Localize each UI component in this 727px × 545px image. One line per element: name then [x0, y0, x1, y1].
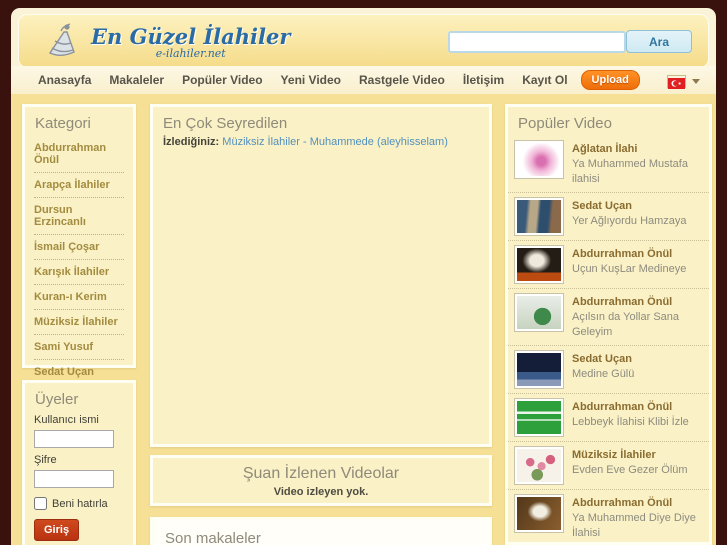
main-nav: Anasayfa Makaleler Popüler Video Yeni Vi… — [11, 66, 716, 94]
search-input[interactable] — [448, 31, 626, 53]
popular-video-item[interactable]: Abdurrahman Önül Açılsın da Yollar Sana … — [508, 289, 709, 346]
video-thumbnail — [514, 140, 564, 179]
articles-title: Son makaleler — [165, 530, 261, 545]
category-item[interactable]: Müziksiz İlahiler — [34, 310, 124, 335]
categories-title: Kategori — [35, 115, 91, 132]
video-thumbnail — [514, 245, 564, 284]
watching-label: İzlediğiniz: — [163, 136, 220, 148]
video-artist: Sedat Uçan — [572, 353, 632, 365]
popular-video-item[interactable]: Abdurrahman Önül Lebbeyk İlahisi Klibi İ… — [508, 394, 709, 442]
most-watched-title: En Çok Seyredilen — [163, 115, 288, 132]
category-item[interactable]: İsmail Çoşar — [34, 235, 124, 260]
popular-video-item[interactable]: Sedat Uçan Medine Gülü — [508, 346, 709, 394]
popular-video-item[interactable]: Sedat Uçan Yer Ağlıyordu Hamzaya — [508, 193, 709, 241]
category-item[interactable]: Dursun Erzincanlı — [34, 198, 124, 235]
most-watched-box: En Çok Seyredilen İzlediğiniz: Müziksiz … — [150, 104, 492, 447]
chevron-down-icon — [692, 79, 700, 84]
upload-button[interactable]: Upload — [580, 70, 640, 90]
nav-rastgele-video[interactable]: Rastgele Video — [350, 73, 454, 87]
video-artist: Müziksiz İlahiler — [572, 449, 656, 461]
members-panel: Üyeler Kullanıcı ismi Şifre Beni hatırla… — [22, 380, 136, 545]
search-button[interactable]: Ara — [626, 30, 692, 53]
now-watching-box: Şuan İzlenen Videolar Video izleyen yok. — [150, 455, 492, 506]
video-title: Lebbeyk İlahisi Klibi İzle — [572, 416, 689, 428]
video-player-area[interactable] — [153, 150, 489, 420]
password-field[interactable] — [34, 470, 114, 488]
site-logo[interactable]: En Güzel İlahiler e-ilahiler.net — [39, 19, 290, 66]
video-artist: Abdurrahman Önül — [572, 497, 673, 509]
articles-box: Son makaleler — [150, 517, 492, 545]
video-title: Medine Gülü — [572, 368, 635, 380]
video-title: Ya Muhammed Diye Diye İlahisi — [572, 512, 696, 539]
video-artist: Abdurrahman Önül — [572, 401, 673, 413]
turkish-flag-icon — [667, 75, 686, 89]
members-title: Üyeler — [35, 391, 79, 408]
nav-kayit-ol[interactable]: Kayıt Ol — [513, 73, 576, 87]
now-watching-title: Şuan İzlenen Videolar — [242, 465, 400, 482]
login-button[interactable]: Giriş — [34, 519, 80, 541]
nav-populer-video[interactable]: Popüler Video — [173, 73, 271, 87]
password-label: Şifre — [34, 454, 57, 466]
site-title: En Güzel İlahiler — [91, 24, 291, 49]
watching-video-link[interactable]: Müziksiz İlahiler - Muhammede (aleyhisse… — [222, 136, 448, 148]
category-item[interactable]: Abdurrahman Önül — [34, 136, 124, 173]
category-item[interactable]: Kuran-ı Kerim — [34, 285, 124, 310]
video-artist: Ağlatan İlahi — [572, 143, 638, 155]
category-item[interactable]: Sami Yusuf — [34, 335, 124, 360]
popular-video-panel: Popüler Video Ağlatan İlahi Ya Muhammed … — [505, 104, 712, 545]
whirling-dervish-icon — [39, 19, 85, 66]
video-title: Yer Ağlıyordu Hamzaya — [572, 215, 687, 227]
username-label: Kullanıcı ismi — [34, 414, 99, 426]
categories-list: Abdurrahman Önül Arapça İlahiler Dursun … — [34, 136, 124, 410]
video-artist: Abdurrahman Önül — [572, 296, 673, 308]
video-thumbnail — [514, 293, 564, 332]
video-thumbnail — [514, 398, 564, 437]
video-thumbnail — [514, 350, 564, 389]
page-container: En Güzel İlahiler e-ilahiler.net Ara Ana… — [11, 8, 716, 545]
video-title: Evden Eve Gezer Ölüm — [572, 464, 688, 476]
category-item[interactable]: Arapça İlahiler — [34, 173, 124, 198]
remember-me-checkbox[interactable] — [34, 497, 47, 510]
language-selector[interactable] — [667, 75, 700, 89]
nav-yeni-video[interactable]: Yeni Video — [272, 73, 350, 87]
popular-video-item[interactable]: Ağlatan İlahi Ya Muhammed Mustafa ilahis… — [508, 136, 709, 193]
video-artist: Sedat Uçan — [572, 200, 632, 212]
username-field[interactable] — [34, 430, 114, 448]
remember-me-label: Beni hatırla — [52, 497, 108, 510]
category-item[interactable]: Karışık İlahiler — [34, 260, 124, 285]
nav-makaleler[interactable]: Makaleler — [100, 73, 173, 87]
now-watching-empty-text: Video izleyen yok. — [273, 486, 369, 498]
video-title: Açılsın da Yollar Sana Geleyim — [572, 311, 680, 338]
video-thumbnail — [514, 446, 564, 485]
content-area: Kategori Abdurrahman Önül Arapça İlahile… — [11, 94, 716, 545]
video-title: Ya Muhammed Mustafa ilahisi — [572, 158, 688, 185]
video-artist: Abdurrahman Önül — [572, 248, 673, 260]
popular-video-item[interactable]: Müziksiz İlahiler Evden Eve Gezer Ölüm — [508, 442, 709, 490]
popular-video-item[interactable]: Abdurrahman Önül Ya Muhammed Diye Diye İ… — [508, 490, 709, 542]
nav-anasayfa[interactable]: Anasayfa — [29, 73, 100, 87]
nav-iletisim[interactable]: İletişim — [454, 73, 513, 87]
popular-video-title: Popüler Video — [518, 115, 612, 132]
video-thumbnail — [514, 494, 564, 533]
popular-video-item[interactable]: Abdurrahman Önül Uçun KuşLar Medineye — [508, 241, 709, 289]
video-thumbnail — [514, 197, 564, 236]
categories-panel: Kategori Abdurrahman Önül Arapça İlahile… — [22, 104, 136, 410]
video-title: Uçun KuşLar Medineye — [572, 263, 687, 275]
site-header: En Güzel İlahiler e-ilahiler.net Ara — [18, 14, 709, 68]
